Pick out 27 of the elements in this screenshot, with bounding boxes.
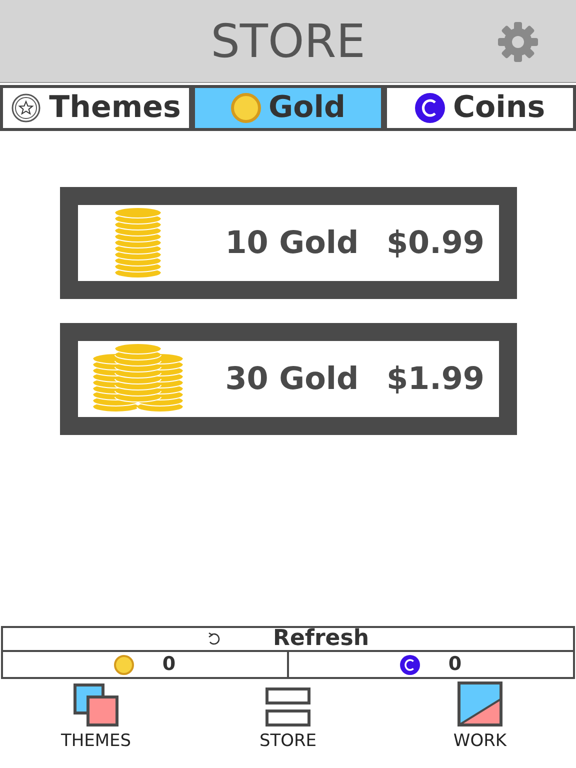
offer-amount: 30 Gold <box>224 360 360 399</box>
nav-tab[interactable]: STORE <box>192 679 384 768</box>
category-tab[interactable]: Themes <box>0 85 192 131</box>
category-tab[interactable]: Coins <box>384 85 576 131</box>
refresh-button[interactable]: Refresh <box>1 626 575 652</box>
lettered-coin-icon <box>400 654 420 674</box>
nav-tab[interactable]: THEMES <box>0 679 192 768</box>
overlapping-squares-icon <box>73 683 119 727</box>
offer-price: $1.99 <box>386 360 484 399</box>
settings-icon[interactable] <box>496 20 540 64</box>
balance-count: 0 <box>162 655 176 674</box>
plain-coin-icon <box>230 93 260 123</box>
star-badge-icon <box>11 93 42 123</box>
offer-price: $0.99 <box>386 224 484 263</box>
balance-count: 0 <box>448 655 462 674</box>
offer-card[interactable]: 10 Gold $0.99 <box>60 187 516 299</box>
offer-amount: 10 Gold <box>224 224 360 263</box>
refresh-icon <box>207 632 222 646</box>
page-title: STORE <box>210 18 366 64</box>
offer-card[interactable]: 30 Gold $1.99 <box>60 323 516 435</box>
plain-coin-icon <box>114 654 134 674</box>
lettered-coin-icon <box>414 93 445 123</box>
category-tab[interactable]: Gold <box>192 85 384 131</box>
split-square-icon <box>457 681 503 727</box>
coin-stack-drawing <box>112 208 162 278</box>
stacked-bars-icon <box>265 687 311 727</box>
nav-tab[interactable]: WORK <box>384 679 576 768</box>
